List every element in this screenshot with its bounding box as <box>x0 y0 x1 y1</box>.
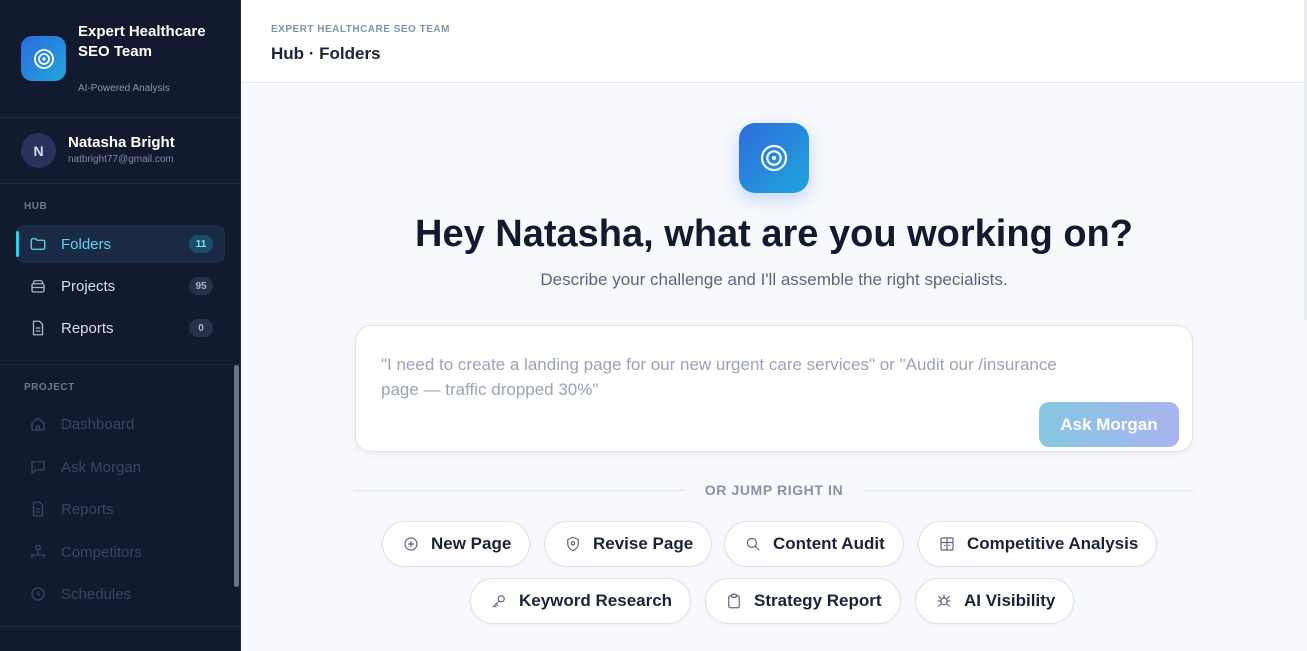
chip-label: Competitive Analysis <box>967 534 1139 553</box>
clock-icon <box>29 585 47 603</box>
top-bar: EXPERT HEALTHCARE SEO TEAM Hub · Folders <box>241 0 1307 83</box>
competitive-analysis-button[interactable]: Competitive Analysis <box>918 521 1158 567</box>
sidebar-item-label: Reports <box>61 320 114 337</box>
home-icon <box>29 415 47 433</box>
chip-label: Content Audit <box>773 534 885 553</box>
folder-icon <box>29 235 47 253</box>
chat-icon <box>29 458 47 476</box>
target-icon <box>739 123 809 193</box>
prompt-input[interactable] <box>381 352 1071 408</box>
brand-header: Expert Healthcare SEO Team AI-Powered An… <box>0 0 240 118</box>
chip-label: Strategy Report <box>754 591 882 610</box>
user-email: natbright77@gmail.com <box>68 154 174 165</box>
chip-label: AI Visibility <box>964 591 1056 610</box>
clipboard-icon <box>724 591 744 611</box>
sidebar-item-project-reports[interactable]: Reports <box>16 490 225 528</box>
org-chart-icon <box>29 543 47 561</box>
brand-title: Expert Healthcare SEO Team <box>78 23 206 60</box>
brand-subtitle: AI-Powered Analysis <box>78 83 170 94</box>
sidebar: Expert Healthcare SEO Team AI-Powered An… <box>0 0 241 651</box>
chip-label: Revise Page <box>593 534 694 553</box>
breadcrumb: Hub · Folders <box>271 44 381 63</box>
user-name: Natasha Bright <box>68 134 175 151</box>
bug-icon <box>934 591 954 611</box>
ai-visibility-button[interactable]: AI Visibility <box>915 578 1075 624</box>
revise-page-button[interactable]: Revise Page <box>544 521 713 567</box>
sidebar-item-label: Folders <box>61 236 112 253</box>
prompt-box: Ask Morgan <box>355 325 1193 452</box>
sidebar-divider <box>0 364 240 365</box>
sidebar-item-label: Projects <box>61 278 116 295</box>
document-icon <box>29 500 47 518</box>
sidebar-item-projects[interactable]: Projects 95 <box>16 267 225 305</box>
shield-icon <box>563 534 583 554</box>
main-content: Hey Natasha, what are you working on? De… <box>241 83 1307 651</box>
or-divider: OR JUMP RIGHT IN <box>354 482 1194 500</box>
sidebar-item-dashboard[interactable]: Dashboard <box>16 405 225 443</box>
count-badge: 11 <box>189 235 213 253</box>
page-title: Hey Natasha, what are you working on? <box>415 213 1133 255</box>
keyword-research-button[interactable]: Keyword Research <box>470 578 692 624</box>
sidebar-divider <box>0 626 240 627</box>
sidebar-item-label: Competitors <box>61 544 142 561</box>
chip-label: Keyword Research <box>519 591 673 610</box>
section-label-hub: HUB <box>24 201 48 212</box>
or-text: OR JUMP RIGHT IN <box>704 482 844 498</box>
plus-circle-icon <box>401 534 421 554</box>
search-icon <box>743 534 763 554</box>
team-label: EXPERT HEALTHCARE SEO TEAM <box>271 24 450 35</box>
sidebar-item-label: Dashboard <box>61 416 135 433</box>
target-icon <box>21 36 66 81</box>
user-profile[interactable]: N Natasha Bright natbright77@gmail.com <box>0 118 240 184</box>
section-label-project: PROJECT <box>24 382 75 393</box>
table-icon <box>937 534 957 554</box>
document-icon <box>29 319 47 337</box>
sidebar-item-label: Reports <box>61 501 114 518</box>
page-subtitle: Describe your challenge and I'll assembl… <box>540 270 1008 289</box>
sidebar-item-schedules[interactable]: Schedules <box>16 575 225 613</box>
sidebar-item-label: Ask Morgan <box>61 459 142 476</box>
avatar: N <box>21 133 56 168</box>
new-page-button[interactable]: New Page <box>382 521 531 567</box>
sidebar-item-reports[interactable]: Reports 0 <box>16 309 225 347</box>
count-badge: 0 <box>189 319 213 337</box>
strategy-report-button[interactable]: Strategy Report <box>705 578 901 624</box>
sidebar-item-label: Schedules <box>61 586 132 603</box>
sidebar-item-ask-morgan[interactable]: Ask Morgan <box>16 448 225 486</box>
key-icon <box>489 591 509 611</box>
count-badge: 95 <box>189 277 213 295</box>
sidebar-item-folders[interactable]: Folders 11 <box>16 225 225 263</box>
content-audit-button[interactable]: Content Audit <box>724 521 904 567</box>
sidebar-scrollbar[interactable] <box>234 365 239 587</box>
chip-label: New Page <box>431 534 512 553</box>
sidebar-item-competitors[interactable]: Competitors <box>16 533 225 571</box>
ask-morgan-button[interactable]: Ask Morgan <box>1039 402 1179 447</box>
projects-icon <box>29 277 47 295</box>
